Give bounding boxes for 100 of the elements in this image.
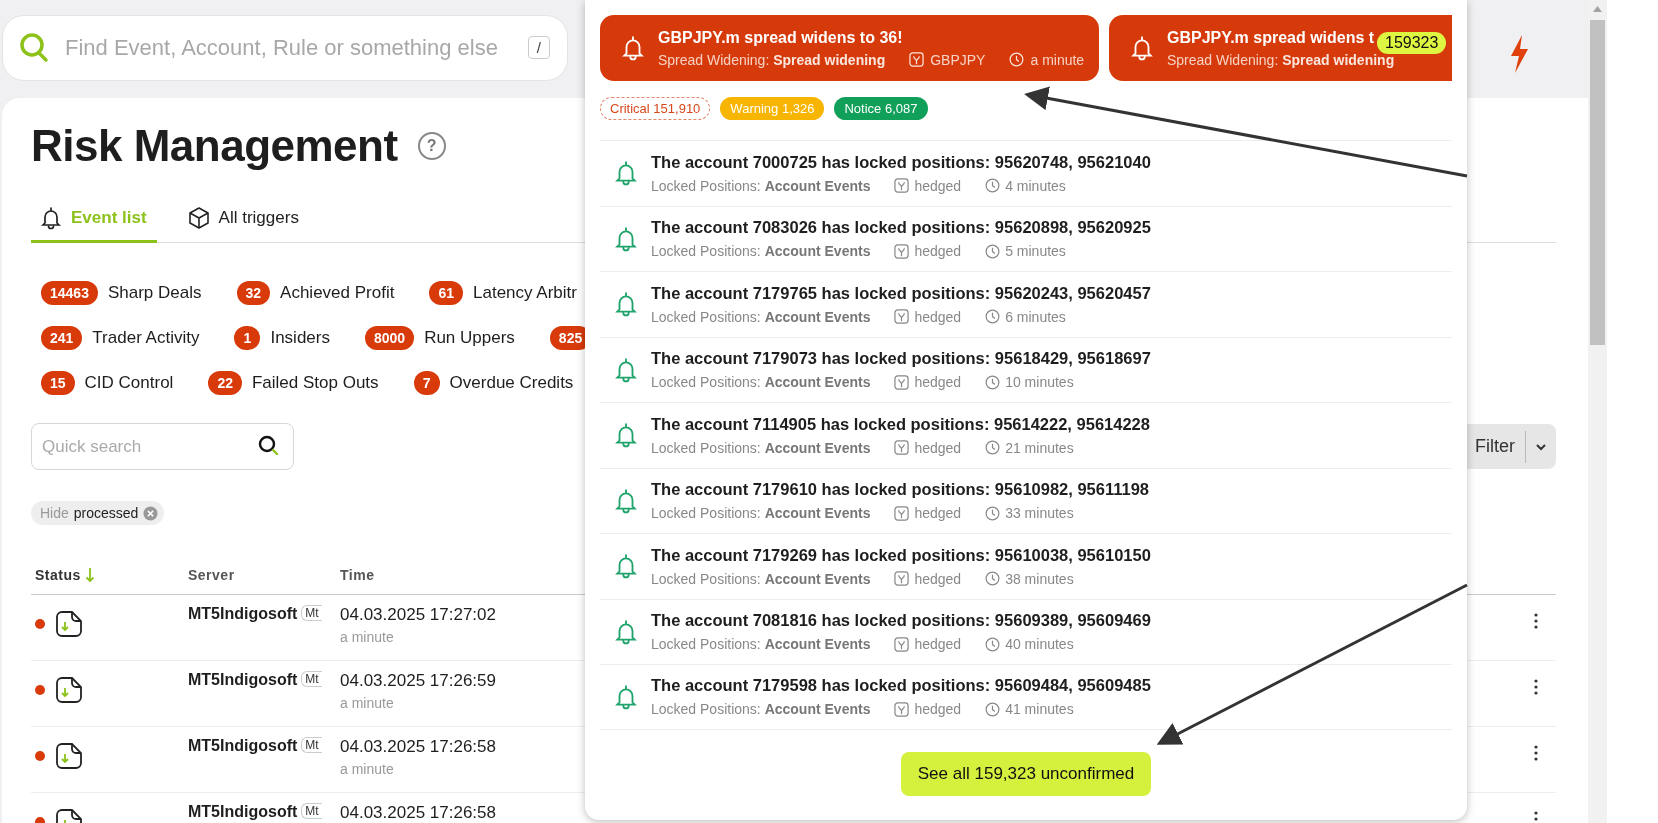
event-time: 40 minutes xyxy=(1005,636,1074,653)
event-time: 04.03.2025 17:26:58 xyxy=(340,803,496,823)
alert-symbol: GBPJPY xyxy=(930,51,986,68)
event-tag: hedged xyxy=(914,374,962,391)
event-time: 41 minutes xyxy=(1005,701,1074,718)
more-icon xyxy=(1534,745,1538,761)
tab[interactable]: All triggers xyxy=(178,198,309,243)
server-tag: Mt xyxy=(301,671,322,687)
column-header[interactable]: Server xyxy=(188,566,235,583)
bell-icon xyxy=(613,356,639,383)
fork-icon xyxy=(894,701,910,717)
see-all-button[interactable]: See all 159,323 unconfirmed xyxy=(900,751,1152,796)
event-tag: hedged xyxy=(914,701,962,718)
document-icon xyxy=(55,609,83,638)
event-title[interactable]: The account 7179610 has locked positions: 95610982, 95611198 xyxy=(651,480,1150,500)
event-category: Locked Positions: Account Events xyxy=(651,570,871,587)
event-tag: hedged xyxy=(914,308,962,325)
event-tag: hedged xyxy=(914,570,962,587)
clock-icon xyxy=(985,243,1001,259)
event-category: Locked Positions: Account Events xyxy=(651,308,871,325)
count-badge: 61 xyxy=(429,281,463,305)
filter-chip[interactable]: Hide processed xyxy=(31,501,165,525)
category-link[interactable]: Failed Stop Outs xyxy=(251,373,379,393)
category-link[interactable]: Trader Activity xyxy=(92,328,200,348)
count-badge: 22 xyxy=(208,371,242,395)
event-title[interactable]: The account 7179269 has locked positions: 95610038, 95610150 xyxy=(651,545,1151,565)
count-badge: 8000 xyxy=(364,326,415,350)
bell-icon xyxy=(39,206,63,230)
lightning-icon[interactable] xyxy=(1508,35,1530,73)
fork-icon xyxy=(909,52,925,67)
alert-time: a minute xyxy=(1030,51,1085,68)
bell-icon xyxy=(613,422,639,449)
count-badge: 14463 xyxy=(41,281,98,305)
category-link[interactable]: CID Control xyxy=(84,373,174,393)
server-name: MT5Indigosoft xyxy=(188,605,298,623)
alert-card[interactable]: GBPJPY.m spread widens to 36! Spread Widening: Spread widening GBPJPY a minute xyxy=(600,15,1099,81)
event-title[interactable]: The account 7114905 has locked positions: 95614222, 95614228 xyxy=(651,414,1150,434)
clock-icon xyxy=(985,178,1001,194)
search-icon xyxy=(258,435,280,457)
count-badge: 241 xyxy=(41,326,83,350)
event-category: Locked Positions: Account Events xyxy=(651,243,871,260)
category-link[interactable]: Latency Arbitr xyxy=(473,283,577,303)
scrollbar[interactable] xyxy=(1588,0,1607,823)
fork-icon xyxy=(894,440,910,456)
bell-icon xyxy=(613,160,639,187)
cube-icon xyxy=(186,206,211,230)
event-tag: hedged xyxy=(914,636,962,653)
event-tag: hedged xyxy=(914,243,962,260)
event-title[interactable]: The account 7179765 has locked positions: 95620243, 95620457 xyxy=(651,283,1151,303)
relative-time: a minute xyxy=(340,761,394,777)
more-icon xyxy=(1534,613,1538,629)
server-tag: Mt xyxy=(301,737,322,753)
category-link[interactable]: Run Uppers xyxy=(424,328,515,348)
event-time: 04.03.2025 17:26:59 xyxy=(340,671,496,691)
category-link[interactable]: Achieved Profit xyxy=(280,283,395,303)
event-title[interactable]: The account 7000725 has locked positions: 95620748, 95621040 xyxy=(651,152,1151,172)
count-badge: 7 xyxy=(413,371,440,395)
sort-arrow-icon xyxy=(84,566,95,583)
more-icon xyxy=(1534,811,1538,823)
count-badge: 159323 xyxy=(1377,32,1447,54)
column-header[interactable]: Status xyxy=(35,566,81,583)
event-title[interactable]: The account 7081816 has locked positions: 95609389, 95609469 xyxy=(651,611,1151,631)
page-title: Risk Management xyxy=(31,120,398,172)
event-time: 5 minutes xyxy=(1005,243,1066,260)
server-tag: Mt xyxy=(301,803,322,819)
event-category: Locked Positions: Account Events xyxy=(651,636,871,653)
alert-title: GBPJPY.m spread widens to 36! xyxy=(658,28,904,47)
category-link[interactable]: Sharp Deals xyxy=(107,283,202,303)
event-category: Locked Positions: Account Events xyxy=(651,439,871,456)
alert-category: Spread Widening: Spread widening xyxy=(1167,51,1395,68)
column-header[interactable]: Time xyxy=(340,566,375,583)
clock-icon xyxy=(985,505,1001,521)
alert-category: Spread Widening: Spread widening xyxy=(658,51,886,68)
shortcut-key: / xyxy=(527,36,550,59)
clock-icon xyxy=(985,309,1001,325)
fork-icon xyxy=(894,178,910,194)
bell-icon xyxy=(613,618,639,645)
bell-icon xyxy=(613,553,639,580)
count-badge: 1 xyxy=(234,326,261,350)
relative-time: a minute xyxy=(340,629,394,645)
event-time: 38 minutes xyxy=(1005,570,1074,587)
event-time: 6 minutes xyxy=(1005,308,1066,325)
document-icon xyxy=(55,675,83,704)
event-time: 4 minutes xyxy=(1005,177,1066,194)
quick-search-field[interactable]: Quick search xyxy=(31,423,294,470)
bell-icon xyxy=(1129,35,1155,61)
close-icon[interactable] xyxy=(143,505,159,521)
event-category: Locked Positions: Account Events xyxy=(651,505,871,522)
fork-icon xyxy=(894,374,910,390)
fork-icon xyxy=(894,571,910,587)
help-icon[interactable]: ? xyxy=(417,132,446,160)
event-title[interactable]: The account 7179073 has locked positions: 95618429, 95618697 xyxy=(651,349,1151,369)
event-title[interactable]: The account 7179598 has locked positions: 95609484, 95609485 xyxy=(651,676,1151,696)
event-title[interactable]: The account 7083026 has locked positions: 95620898, 95620925 xyxy=(651,218,1151,238)
fork-icon xyxy=(894,505,910,521)
server-name: MT5Indigosoft xyxy=(188,671,298,689)
category-link[interactable]: Overdue Credits xyxy=(449,373,574,393)
more-icon xyxy=(1534,679,1538,695)
document-icon xyxy=(55,741,83,770)
category-link[interactable]: Insiders xyxy=(270,328,330,348)
